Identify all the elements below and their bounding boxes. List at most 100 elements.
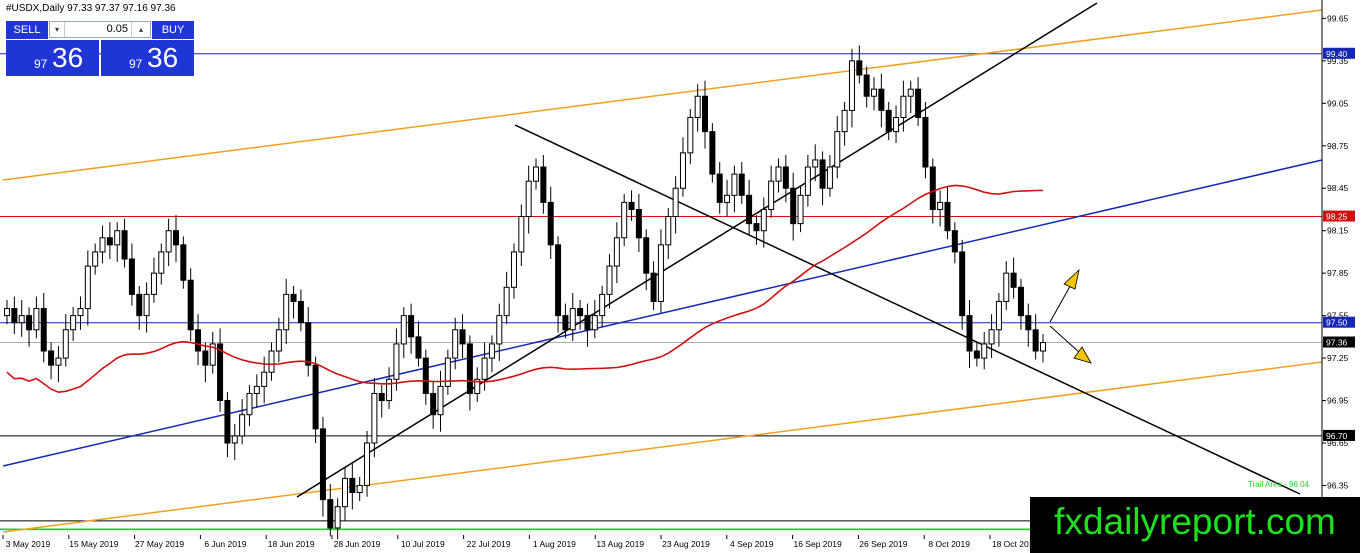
candle bbox=[305, 307, 312, 377]
candle-body bbox=[459, 329, 466, 345]
candle-body bbox=[856, 60, 863, 76]
candle bbox=[716, 162, 723, 214]
candle bbox=[753, 215, 760, 245]
candle bbox=[555, 236, 562, 333]
candle bbox=[540, 154, 547, 214]
price-axis[interactable]: 99.6599.3599.0598.7598.4598.1597.8597.55… bbox=[1321, 0, 1355, 553]
candle bbox=[768, 165, 775, 218]
candle bbox=[518, 204, 525, 267]
candle-body bbox=[885, 109, 892, 133]
candle bbox=[885, 101, 892, 141]
candle-body bbox=[510, 251, 517, 288]
up-arrow-head bbox=[1063, 268, 1080, 290]
candle-body bbox=[724, 194, 731, 203]
candle-body bbox=[562, 315, 569, 331]
sell-price-display[interactable]: 97 36 bbox=[6, 40, 99, 76]
price-label-text: 98.25 bbox=[1326, 212, 1348, 222]
chevron-up-icon[interactable]: ▴ bbox=[131, 22, 150, 37]
candle bbox=[349, 462, 356, 510]
candle-body bbox=[136, 293, 143, 317]
candle-body bbox=[422, 357, 429, 394]
candle bbox=[371, 377, 378, 458]
candle-body bbox=[555, 244, 562, 317]
candle bbox=[760, 197, 767, 248]
candle bbox=[915, 77, 922, 126]
candle bbox=[944, 186, 951, 240]
y-tick-label: 98.45 bbox=[1327, 183, 1349, 193]
candle-body bbox=[224, 400, 231, 444]
buy-price-display[interactable]: 97 36 bbox=[101, 40, 194, 76]
candle bbox=[650, 261, 657, 310]
x-tick-label: 10 Jul 2019 bbox=[401, 539, 445, 549]
candle-body bbox=[665, 216, 672, 246]
candle bbox=[239, 399, 246, 445]
candle bbox=[481, 342, 488, 391]
candle-body bbox=[643, 237, 650, 274]
lot-size-stepper[interactable]: ▾ 0.05 ▴ bbox=[49, 21, 151, 38]
lot-size-value[interactable]: 0.05 bbox=[107, 22, 128, 37]
candle bbox=[973, 342, 980, 367]
x-tick-label: 13 Aug 2019 bbox=[596, 539, 644, 549]
candle bbox=[966, 300, 973, 368]
candle-body bbox=[834, 131, 841, 168]
candle-body bbox=[165, 230, 172, 253]
candle-body bbox=[275, 329, 282, 352]
candle bbox=[26, 307, 33, 347]
candle-body bbox=[746, 194, 753, 225]
candle bbox=[437, 370, 444, 432]
candle bbox=[1003, 261, 1010, 310]
candle bbox=[40, 292, 47, 363]
candle bbox=[55, 346, 62, 383]
candle bbox=[687, 108, 694, 165]
candle bbox=[878, 73, 885, 128]
candle bbox=[738, 162, 745, 204]
candle-body bbox=[848, 60, 855, 111]
candle-body bbox=[11, 308, 18, 324]
candle bbox=[907, 80, 914, 114]
candle bbox=[746, 179, 753, 235]
price-label-text: 96.70 bbox=[1326, 431, 1348, 441]
candle bbox=[386, 367, 393, 410]
candle bbox=[224, 392, 231, 458]
sell-button[interactable]: SELL bbox=[6, 21, 48, 39]
candle-body bbox=[180, 244, 187, 281]
price-label-text: 97.50 bbox=[1326, 318, 1348, 328]
price-chart[interactable]: 99.6599.3599.0598.7598.4598.1597.8597.55… bbox=[0, 0, 1362, 553]
candle-body bbox=[202, 350, 209, 366]
candle bbox=[11, 296, 18, 335]
candle bbox=[84, 250, 91, 326]
candle-body bbox=[92, 251, 99, 267]
candle-body bbox=[297, 300, 304, 324]
candle bbox=[143, 282, 150, 333]
candle bbox=[253, 374, 260, 408]
candle bbox=[724, 179, 731, 217]
candle-body bbox=[753, 223, 760, 232]
candle bbox=[466, 335, 473, 411]
candle-body bbox=[48, 350, 55, 366]
candle-body bbox=[253, 385, 260, 394]
candle-body bbox=[863, 74, 870, 97]
x-tick-label: 4 Sep 2019 bbox=[730, 539, 774, 549]
buy-button[interactable]: BUY bbox=[152, 21, 194, 39]
chevron-down-icon[interactable]: ▾ bbox=[50, 22, 65, 37]
candle-body bbox=[393, 343, 400, 380]
candle-body bbox=[937, 201, 944, 210]
candle-body bbox=[143, 293, 150, 317]
candle-body bbox=[959, 251, 966, 317]
time-axis[interactable]: 3 May 2019 15 May 2019 27 May 2019 6 Jun 20… bbox=[2, 535, 1038, 549]
candle bbox=[4, 300, 10, 325]
candle-body bbox=[569, 308, 576, 331]
one-click-trading-panel[interactable]: SELL ▾ 0.05 ▴ BUY 97 36 97 36 bbox=[6, 21, 194, 77]
candle-body bbox=[973, 350, 980, 359]
candle bbox=[268, 342, 275, 381]
candle-body bbox=[1025, 315, 1032, 331]
candle-body bbox=[18, 315, 25, 324]
candle-body bbox=[466, 343, 473, 394]
candle-body bbox=[172, 230, 179, 246]
x-tick-label: 3 May 2019 bbox=[6, 539, 51, 549]
candle bbox=[1032, 314, 1039, 360]
candle-body bbox=[40, 308, 47, 352]
candle bbox=[341, 466, 348, 521]
x-tick-label: 26 Sep 2019 bbox=[859, 539, 907, 549]
candle-body bbox=[738, 173, 745, 196]
